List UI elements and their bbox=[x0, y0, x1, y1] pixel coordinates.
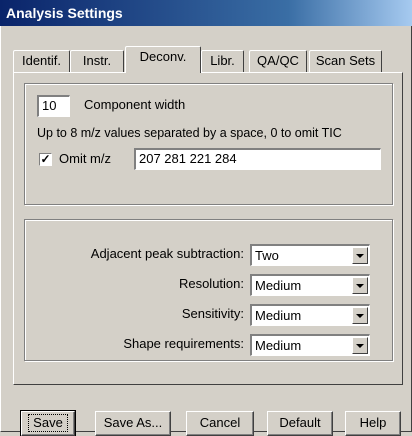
resolution-label: Resolution: bbox=[178, 276, 244, 291]
omit-mz-label: Omit m/z bbox=[59, 151, 111, 166]
sensitivity-select[interactable]: Medium bbox=[250, 304, 370, 326]
tab-scan-sets[interactable]: Scan Sets bbox=[309, 50, 382, 72]
mz-help-text: Up to 8 m/z values separated by a space,… bbox=[37, 126, 342, 140]
omit-mz-input[interactable]: 207 281 221 284 bbox=[134, 148, 381, 170]
chevron-down-icon[interactable] bbox=[352, 247, 368, 264]
cancel-button-label: Cancel bbox=[199, 415, 241, 430]
adjacent-peak-value: Two bbox=[255, 248, 279, 263]
tab-qaqc[interactable]: QA/QC bbox=[249, 50, 307, 72]
default-button[interactable]: Default bbox=[267, 411, 333, 436]
omit-mz-checkbox[interactable]: ✓ bbox=[39, 153, 52, 166]
shape-requirements-label: Shape requirements: bbox=[123, 336, 244, 351]
tab-deconv[interactable]: Deconv. bbox=[125, 46, 201, 73]
tab-libr[interactable]: Libr. bbox=[201, 50, 244, 72]
save-as-button-label: Save As... bbox=[103, 415, 163, 430]
component-width-input[interactable]: 10 bbox=[37, 95, 70, 117]
mz-group: 10 Component width Up to 8 m/z values se… bbox=[24, 83, 393, 205]
save-button-label: Save bbox=[28, 414, 68, 432]
chevron-down-icon[interactable] bbox=[352, 337, 368, 354]
dialog-body: Identif. Instr. Deconv. Libr. QA/QC Scan… bbox=[0, 26, 412, 436]
save-button[interactable]: Save bbox=[20, 410, 76, 436]
cancel-button[interactable]: Cancel bbox=[186, 411, 254, 436]
tab-identif[interactable]: Identif. bbox=[13, 50, 70, 72]
help-button-label: Help bbox=[359, 415, 387, 430]
resolution-select[interactable]: Medium bbox=[250, 274, 370, 296]
resolution-value: Medium bbox=[255, 278, 302, 293]
sensitivity-value: Medium bbox=[255, 308, 302, 323]
default-button-label: Default bbox=[279, 415, 321, 430]
tab-strip: Identif. Instr. Deconv. Libr. QA/QC Scan… bbox=[13, 46, 403, 73]
shape-requirements-value: Medium bbox=[255, 338, 302, 353]
shape-requirements-select[interactable]: Medium bbox=[250, 334, 370, 356]
window-title: Analysis Settings bbox=[0, 0, 412, 26]
deconv-settings-group: Adjacent peak subtraction: Two Resolutio… bbox=[24, 219, 393, 361]
deconv-tab-page: 10 Component width Up to 8 m/z values se… bbox=[13, 72, 403, 385]
adjacent-peak-label: Adjacent peak subtraction: bbox=[90, 246, 244, 261]
component-width-label: Component width bbox=[84, 97, 186, 112]
chevron-down-icon[interactable] bbox=[352, 307, 368, 324]
save-as-button[interactable]: Save As... bbox=[95, 411, 171, 436]
help-button[interactable]: Help bbox=[345, 411, 401, 436]
chevron-down-icon[interactable] bbox=[352, 277, 368, 294]
sensitivity-label: Sensitivity: bbox=[181, 306, 244, 321]
adjacent-peak-select[interactable]: Two bbox=[250, 244, 370, 266]
tab-instr[interactable]: Instr. bbox=[70, 50, 124, 72]
